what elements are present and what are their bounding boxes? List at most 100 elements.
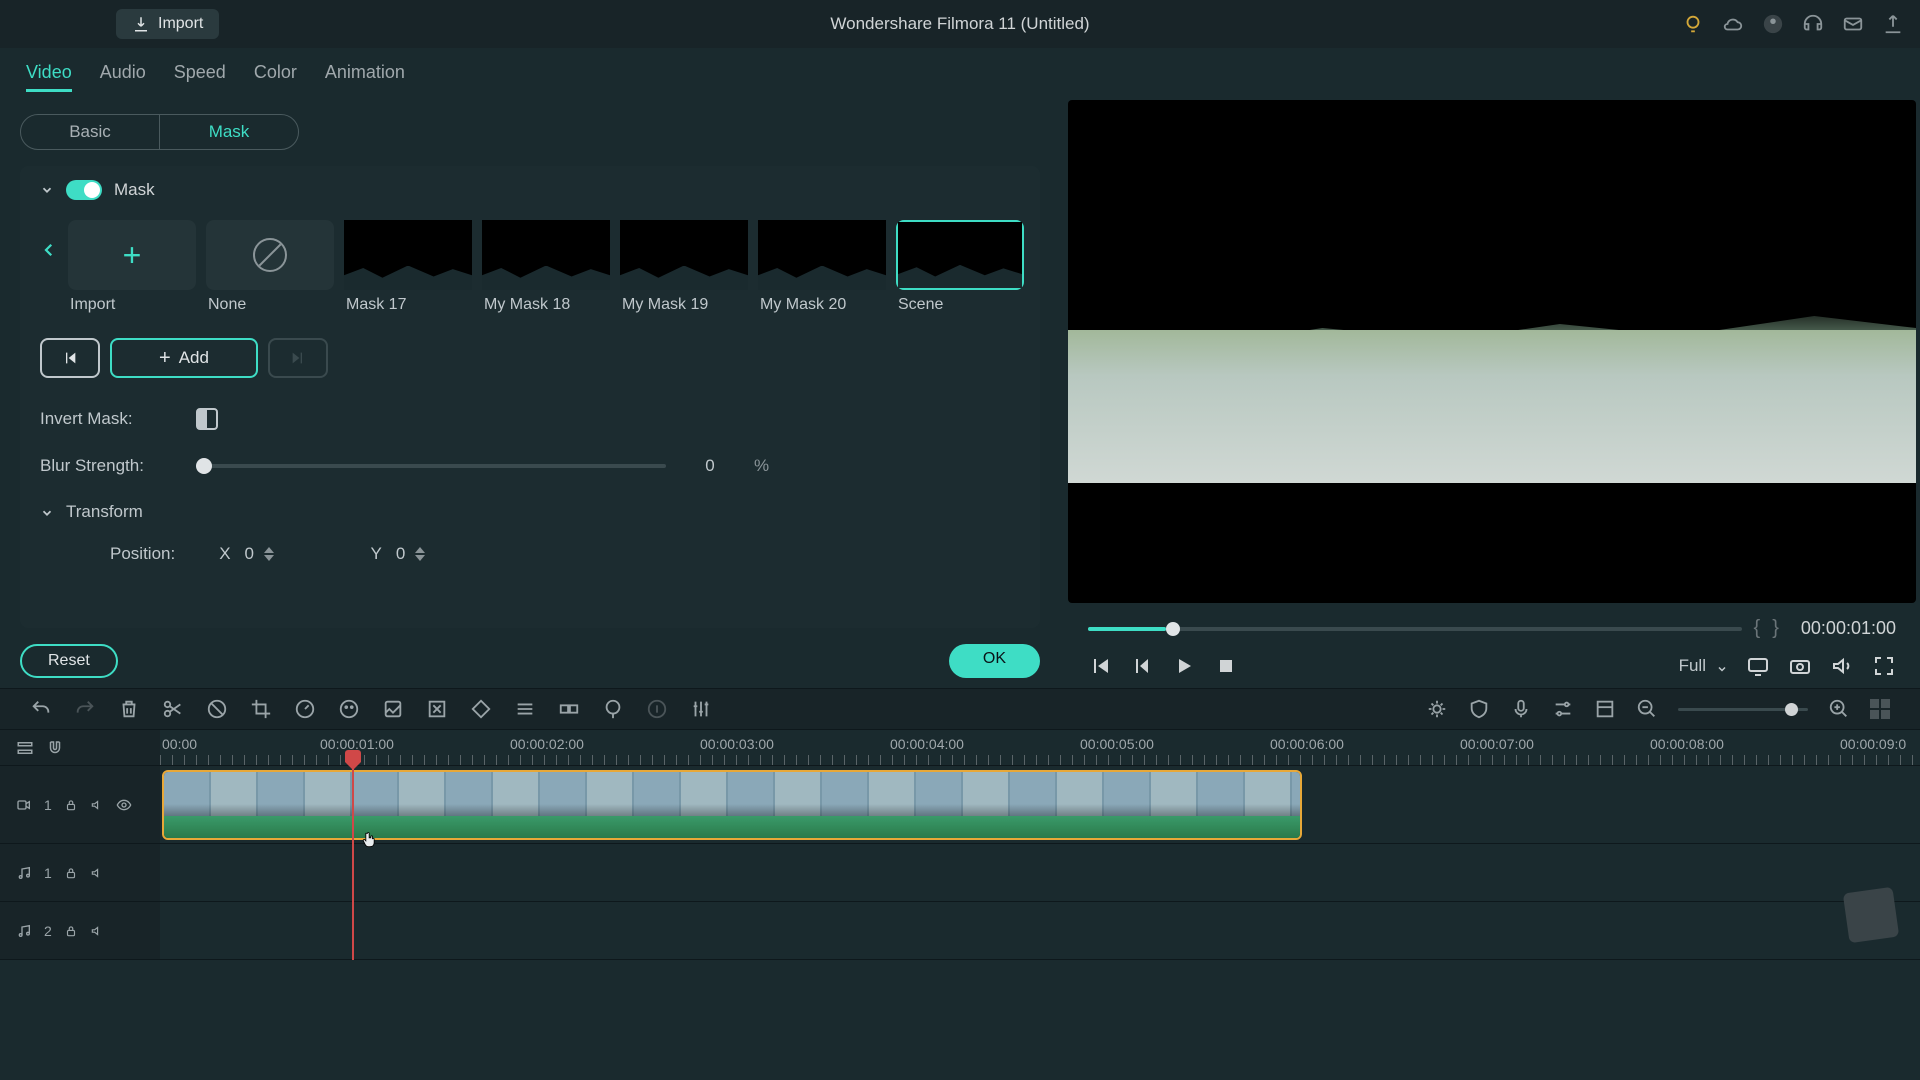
- timeline-ruler[interactable]: 00:00 00:00:01:00 00:00:02:00 00:00:03:0…: [160, 730, 1920, 766]
- mute-icon[interactable]: [90, 798, 104, 812]
- autofit-icon[interactable]: [426, 698, 448, 720]
- mask-thumb-import[interactable]: + Import: [68, 220, 196, 314]
- step-back-button[interactable]: [1130, 654, 1154, 678]
- undo-icon[interactable]: [30, 698, 52, 720]
- adjust-icon[interactable]: [1552, 698, 1574, 720]
- zoom-slider[interactable]: [1678, 708, 1808, 711]
- track-number: 2: [44, 923, 52, 939]
- mask-thumb-18[interactable]: My Mask 18: [482, 220, 610, 314]
- subtab-basic[interactable]: Basic: [20, 114, 160, 150]
- track-area[interactable]: 00:00 00:00:01:00 00:00:02:00 00:00:03:0…: [160, 730, 1920, 960]
- playhead[interactable]: [352, 758, 354, 960]
- mixer-icon[interactable]: [690, 698, 712, 720]
- ok-button[interactable]: OK: [949, 644, 1040, 678]
- position-label: Position:: [110, 544, 175, 564]
- lock-icon[interactable]: [64, 924, 78, 938]
- lock-icon[interactable]: [64, 798, 78, 812]
- mask-thumb-none[interactable]: None: [206, 220, 334, 314]
- video-track-icon: [16, 797, 32, 813]
- video-track-lane[interactable]: VID: [160, 766, 1920, 844]
- stop-button[interactable]: [1214, 654, 1238, 678]
- mute-icon[interactable]: [90, 866, 104, 880]
- mask-title: Mask: [114, 180, 155, 200]
- mask-prev-button[interactable]: [40, 220, 58, 280]
- transform-header[interactable]: Transform: [40, 502, 1020, 522]
- reset-button[interactable]: Reset: [20, 644, 118, 678]
- tab-speed[interactable]: Speed: [174, 62, 226, 92]
- keyframe-add-button[interactable]: + Add: [110, 338, 258, 378]
- render-icon[interactable]: [1426, 698, 1448, 720]
- display-icon[interactable]: [1746, 654, 1770, 678]
- mask-label: None: [206, 296, 246, 314]
- lock-icon[interactable]: [64, 866, 78, 880]
- ruler-tick: 00:00:05:00: [1080, 736, 1154, 752]
- audio-track-2-lane[interactable]: [160, 902, 1920, 960]
- mask-thumb-17[interactable]: Mask 17: [344, 220, 472, 314]
- color-icon[interactable]: [338, 698, 360, 720]
- mask-thumb-20[interactable]: My Mask 20: [758, 220, 886, 314]
- grid-view-icon[interactable]: [1870, 699, 1890, 719]
- mask-thumb-scene[interactable]: Scene: [896, 220, 1024, 314]
- invert-mask-toggle[interactable]: [196, 408, 218, 430]
- preview-panel: { } 00:00:01:00 Full: [1060, 48, 1920, 688]
- mark-in-icon[interactable]: {: [1754, 617, 1761, 640]
- y-stepper[interactable]: [415, 547, 429, 561]
- zoom-out-icon[interactable]: [1636, 698, 1658, 720]
- delete-icon[interactable]: [118, 698, 140, 720]
- group-icon[interactable]: [558, 698, 580, 720]
- x-stepper[interactable]: [264, 547, 278, 561]
- track-icon: [646, 698, 668, 720]
- tracks-icon[interactable]: [16, 739, 34, 757]
- list-icon[interactable]: [514, 698, 536, 720]
- shield-icon[interactable]: [1468, 698, 1490, 720]
- greenscreen-icon[interactable]: [382, 698, 404, 720]
- mail-icon[interactable]: [1842, 13, 1864, 35]
- prohibit-icon[interactable]: [206, 698, 228, 720]
- export-icon[interactable]: [1882, 13, 1904, 35]
- keyframe-prev-button[interactable]: [40, 338, 100, 378]
- tab-audio[interactable]: Audio: [100, 62, 146, 92]
- import-button[interactable]: Import: [116, 9, 219, 39]
- mark-out-icon[interactable]: }: [1772, 617, 1779, 640]
- marker-icon[interactable]: [602, 698, 624, 720]
- plus-icon: +: [123, 237, 142, 274]
- mic-icon[interactable]: [1510, 698, 1532, 720]
- magnet-icon[interactable]: [46, 739, 64, 757]
- account-icon[interactable]: [1762, 13, 1784, 35]
- track-number: 1: [44, 797, 52, 813]
- mask-toggle[interactable]: [66, 180, 102, 200]
- blur-value[interactable]: 0: [682, 456, 738, 476]
- keyframe-next-button: [268, 338, 328, 378]
- mask-header[interactable]: Mask: [40, 180, 1020, 200]
- preview-viewport[interactable]: [1068, 100, 1916, 603]
- tab-color[interactable]: Color: [254, 62, 297, 92]
- floating-thumb[interactable]: [1843, 887, 1899, 943]
- play-button[interactable]: [1172, 654, 1196, 678]
- support-icon[interactable]: [1802, 13, 1824, 35]
- layout-icon[interactable]: [1594, 698, 1616, 720]
- crop-icon[interactable]: [250, 698, 272, 720]
- subtab-mask[interactable]: Mask: [159, 114, 299, 150]
- snapshot-icon[interactable]: [1788, 654, 1812, 678]
- keyframe-icon[interactable]: [470, 698, 492, 720]
- video-clip[interactable]: VID: [162, 770, 1302, 840]
- tips-icon[interactable]: [1682, 13, 1704, 35]
- audio-track-1-lane[interactable]: [160, 844, 1920, 902]
- eye-icon[interactable]: [116, 797, 132, 813]
- preview-scrubber[interactable]: [1088, 627, 1742, 631]
- fullscreen-icon[interactable]: [1872, 654, 1896, 678]
- speed-icon[interactable]: [294, 698, 316, 720]
- prev-frame-button[interactable]: [1088, 654, 1112, 678]
- volume-icon[interactable]: [1830, 654, 1854, 678]
- blur-slider[interactable]: [196, 464, 666, 468]
- tab-video[interactable]: Video: [26, 62, 72, 92]
- cloud-icon[interactable]: [1722, 13, 1744, 35]
- split-icon[interactable]: [162, 698, 184, 720]
- position-y-input[interactable]: 0: [396, 544, 468, 564]
- mask-thumb-19[interactable]: My Mask 19: [620, 220, 748, 314]
- tab-animation[interactable]: Animation: [325, 62, 405, 92]
- zoom-in-icon[interactable]: [1828, 698, 1850, 720]
- position-x-input[interactable]: 0: [245, 544, 317, 564]
- quality-selector[interactable]: Full: [1679, 656, 1728, 676]
- mute-icon[interactable]: [90, 924, 104, 938]
